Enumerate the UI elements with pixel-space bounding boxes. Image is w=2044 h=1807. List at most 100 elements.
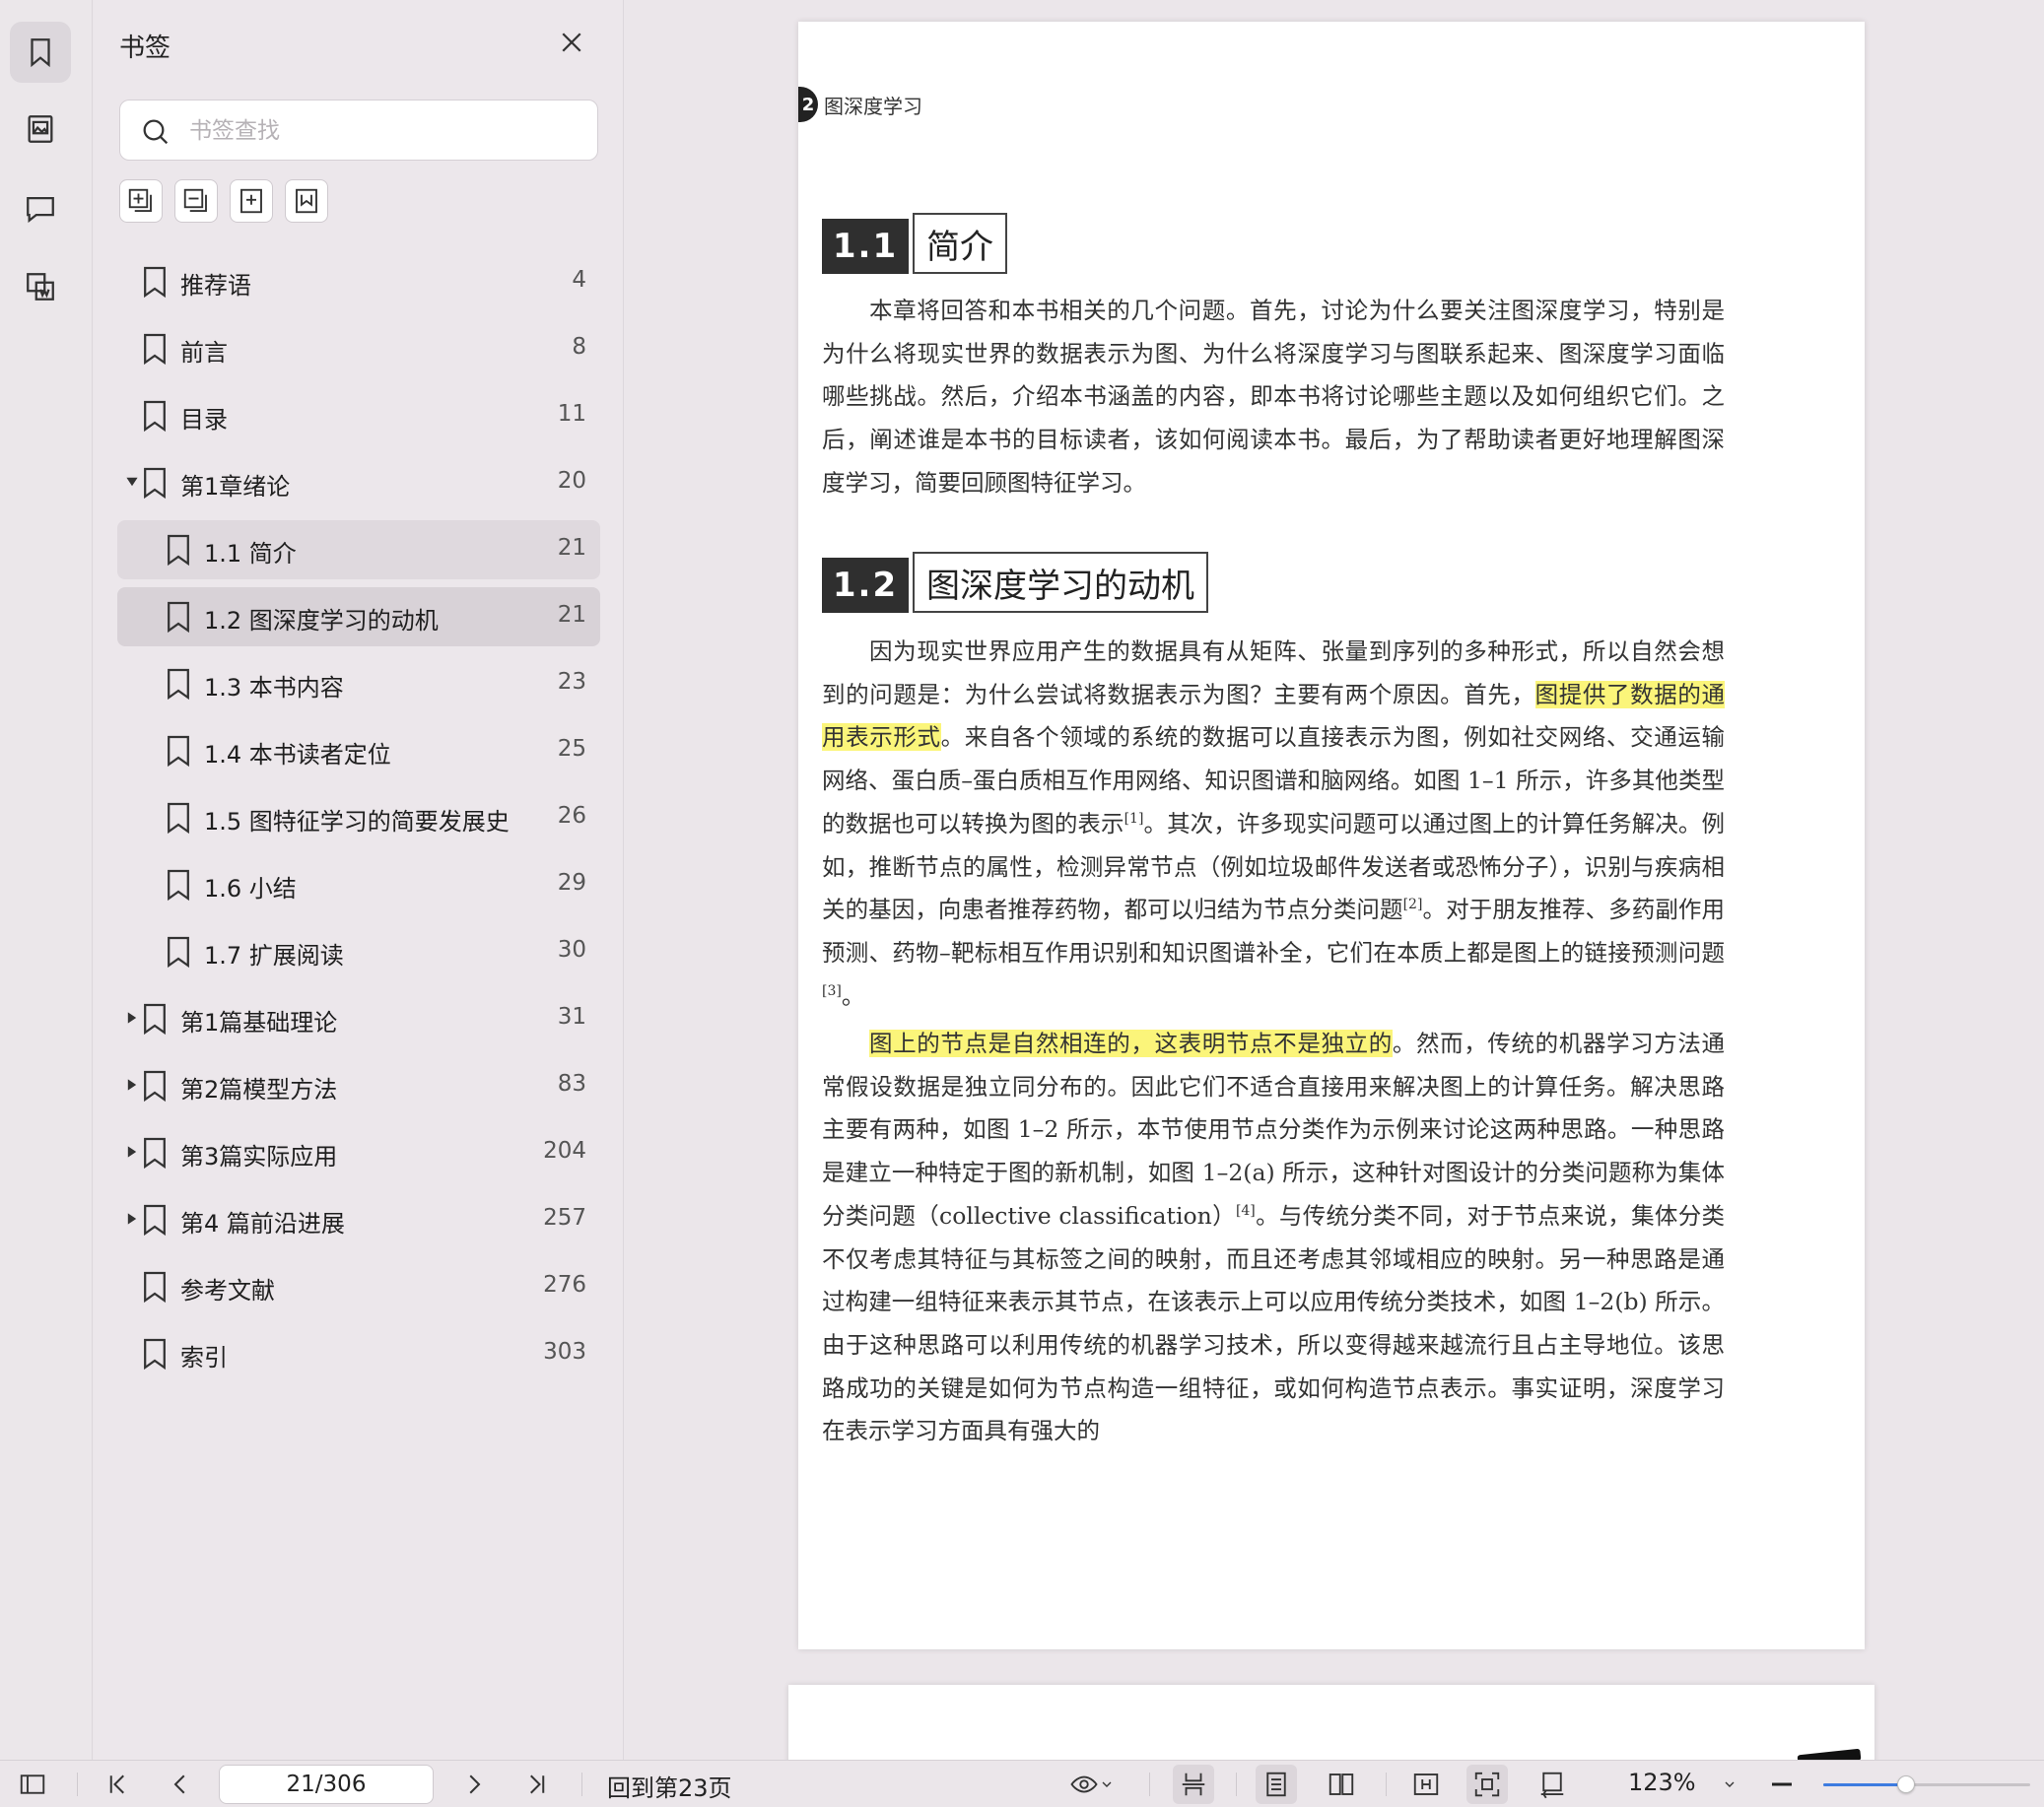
bookmark-item[interactable]: 1.3 本书内容 23 xyxy=(117,654,600,713)
two-page-button[interactable] xyxy=(1321,1761,1362,1807)
fit-width-button[interactable] xyxy=(1405,1761,1447,1807)
bookmark-item[interactable]: 1.4 本书读者定位 25 xyxy=(117,721,600,780)
section-heading-1-2: 1.2 图深度学习的动机 xyxy=(822,552,1208,613)
bookmark-icon xyxy=(168,601,189,634)
continuous-scroll-button[interactable] xyxy=(1173,1765,1214,1804)
citation[interactable]: [1] xyxy=(1124,811,1144,827)
citation[interactable]: [4] xyxy=(1236,1203,1256,1219)
bookmark-label: 目录 xyxy=(180,406,228,434)
zoom-slider[interactable] xyxy=(1823,1775,2030,1793)
rotate-icon xyxy=(1540,1772,1564,1799)
bookmark-panel-button[interactable] xyxy=(10,22,71,83)
bookmark-item[interactable]: 目录 11 xyxy=(117,386,600,445)
bookmark-label: 第4 篇前沿进展 xyxy=(180,1210,345,1238)
caret-right-icon[interactable] xyxy=(125,1212,139,1226)
expand-all-button[interactable] xyxy=(119,179,163,223)
bookmark-label: 1.1 简介 xyxy=(204,540,297,568)
chevron-down-icon xyxy=(1725,1781,1735,1787)
paragraph-intro: 本章将回答和本书相关的几个问题。首先，讨论为什么要关注图深度学习，特别是为什么将… xyxy=(822,297,1725,497)
fit-page-button[interactable] xyxy=(1466,1765,1508,1804)
zoom-slider-knob[interactable] xyxy=(1897,1775,1915,1793)
sidebar-toggle-icon xyxy=(20,1774,45,1794)
collapse-all-button[interactable] xyxy=(174,179,218,223)
bookmark-label: 1.5 图特征学习的简要发展史 xyxy=(204,808,510,836)
bookmark-item[interactable]: 第3篇实际应用 204 xyxy=(117,1123,600,1182)
bookmark-item[interactable]: 推荐语 4 xyxy=(117,252,600,311)
bookmark-search-input[interactable] xyxy=(189,112,583,150)
bookmark-icon xyxy=(144,1271,166,1304)
bookmark-label: 参考文献 xyxy=(180,1277,275,1305)
comment-icon xyxy=(27,196,54,224)
citation[interactable]: [3] xyxy=(822,983,842,999)
add-bookmark-icon xyxy=(240,188,262,214)
bookmark-page: 25 xyxy=(557,736,586,762)
left-rail xyxy=(0,0,93,1760)
bookmark-item[interactable]: 1.5 图特征学习的简要发展史 26 xyxy=(117,788,600,847)
caret-down-icon[interactable] xyxy=(125,475,139,489)
citation[interactable]: [2] xyxy=(1403,897,1423,912)
chevron-down-icon xyxy=(1102,1781,1112,1787)
next-page-button[interactable] xyxy=(455,1761,493,1807)
bookmark-icon xyxy=(144,1338,166,1371)
single-page-button[interactable] xyxy=(1256,1765,1297,1804)
bookmark-icon xyxy=(168,802,189,835)
bookmark-label: 1.3 本书内容 xyxy=(204,674,344,702)
bookmark-label: 第1章绪论 xyxy=(180,473,291,501)
zoom-out-button[interactable] xyxy=(1764,1761,1800,1807)
thumbnail-panel-button[interactable] xyxy=(10,99,71,160)
bookmark-icon xyxy=(144,1137,166,1170)
bookmark-item[interactable]: 1.1 简介 21 xyxy=(117,520,600,579)
bookmark-icon xyxy=(168,869,189,902)
zoom-dropdown-button[interactable] xyxy=(1715,1761,1744,1807)
bookmark-page: 4 xyxy=(572,267,586,293)
document-page: 2 图深度学习 1.1 简介 本章将回答和本书相关的几个问题。首先，讨论为什么要… xyxy=(798,22,1865,1649)
caret-right-icon[interactable] xyxy=(125,1011,139,1025)
divider xyxy=(581,1773,582,1796)
bookmark-page: 276 xyxy=(543,1272,586,1298)
bookmark-item[interactable]: 第1章绪论 20 xyxy=(117,453,600,512)
bookmark-item[interactable]: 1.6 小结 29 xyxy=(117,855,600,914)
bookmark-item[interactable]: 参考文献 276 xyxy=(117,1257,600,1316)
bookmark-page: 11 xyxy=(557,401,586,427)
bookmark-item[interactable]: 1.2 图深度学习的动机 21 xyxy=(117,587,600,646)
highlight[interactable]: 图上的节点是自然相连的，这表明节点不是独立的 xyxy=(869,1030,1393,1057)
close-icon[interactable] xyxy=(557,28,586,57)
last-page-button[interactable] xyxy=(518,1761,556,1807)
bookmark-item[interactable]: 第4 篇前沿进展 257 xyxy=(117,1190,600,1249)
chevron-left-icon xyxy=(173,1774,185,1794)
bookmark-page: 21 xyxy=(557,535,586,561)
bookmark-list: 推荐语 4 前言 8 目录 11 第1章绪论 20 1.1 简介 21 1.2 图深度学习的动机 21… xyxy=(117,252,600,1391)
first-page-icon xyxy=(109,1774,124,1794)
bookmark-item[interactable]: 前言 8 xyxy=(117,319,600,378)
caret-right-icon[interactable] xyxy=(125,1145,139,1159)
caret-right-icon[interactable] xyxy=(125,1078,139,1092)
rotate-button[interactable] xyxy=(1532,1761,1573,1807)
bookmark-label: 第1篇基础理论 xyxy=(180,1009,338,1037)
bookmark-item[interactable]: 索引 303 xyxy=(117,1324,600,1383)
zoom-level[interactable]: 123% xyxy=(1628,1769,1696,1796)
continuous-scroll-icon xyxy=(1182,1773,1205,1796)
zoom-slider-fill xyxy=(1823,1783,1906,1786)
bookmark-page: 20 xyxy=(557,468,586,494)
last-page-icon xyxy=(530,1774,545,1794)
bookmark-page: 21 xyxy=(557,602,586,628)
add-bookmark-button[interactable] xyxy=(230,179,273,223)
bookmark-item[interactable]: 第1篇基础理论 31 xyxy=(117,989,600,1048)
divider xyxy=(1149,1773,1150,1796)
bookmark-label: 第2篇模型方法 xyxy=(180,1076,338,1104)
bookmark-search xyxy=(119,100,598,161)
first-page-button[interactable] xyxy=(99,1761,136,1807)
go-back-link[interactable]: 回到第23页 xyxy=(607,1769,732,1803)
bookmark-label: 1.4 本书读者定位 xyxy=(204,741,391,769)
document-viewport[interactable]: 2 图深度学习 1.1 简介 本章将回答和本书相关的几个问题。首先，讨论为什么要… xyxy=(625,0,2044,1760)
toggle-sidebar-button[interactable] xyxy=(14,1761,51,1807)
page-number-input[interactable]: 21/306 xyxy=(219,1765,434,1804)
bookmark-item[interactable]: 1.7 扩展阅读 30 xyxy=(117,922,600,981)
bookmark-tool-button[interactable] xyxy=(285,179,328,223)
previous-page-button[interactable] xyxy=(162,1761,199,1807)
bookmark-icon xyxy=(168,668,189,701)
copy-panel-button[interactable] xyxy=(10,256,71,317)
reading-mode-button[interactable] xyxy=(1060,1761,1124,1807)
comment-panel-button[interactable] xyxy=(10,177,71,238)
bookmark-item[interactable]: 第2篇模型方法 83 xyxy=(117,1056,600,1115)
